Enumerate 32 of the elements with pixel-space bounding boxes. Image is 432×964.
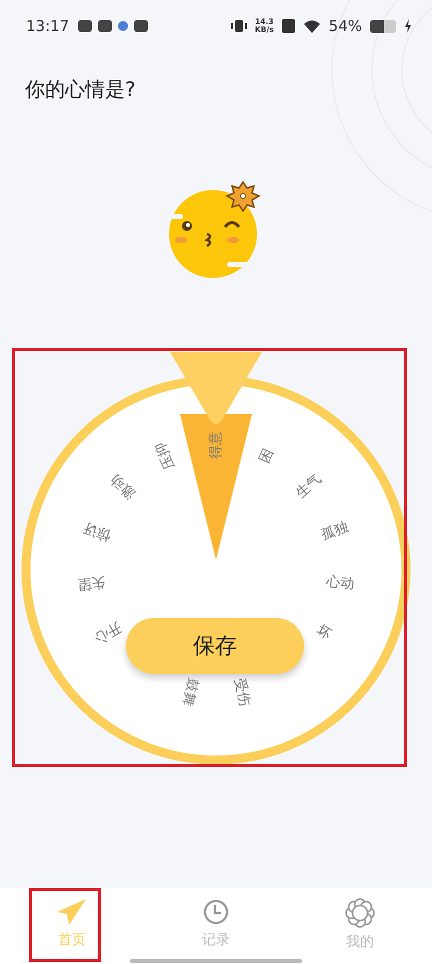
paper-plane-icon [56,898,88,926]
vibrate-icon [230,19,247,33]
mood-label[interactable]: 生气 [293,471,325,502]
app-icon [97,19,114,33]
mood-label[interactable]: 惊讶 [81,519,113,544]
mood-label[interactable]: 鼓舞 [179,676,201,708]
mood-label[interactable]: 压抑 [152,440,178,472]
mood-label[interactable]: 激动 [107,471,139,502]
mood-label[interactable]: 受伤 [231,676,253,708]
tab-label: 记录 [202,931,230,950]
battery-icon [370,20,396,32]
mood-label[interactable]: 心动 [326,574,356,592]
mood-label[interactable]: 失望 [76,574,106,592]
save-button[interactable]: 保存 [126,618,304,674]
sim-icon [282,19,295,33]
app-icon [133,19,150,33]
app-icon [77,19,94,33]
tab-label: 我的 [346,933,374,952]
battery-percent: 54% [328,16,362,37]
page-title: 你的心情是? [25,76,137,103]
mood-label[interactable]: 开心 [92,618,124,646]
charging-icon [404,19,412,33]
mood-label[interactable]: 困 [256,446,277,466]
flower-icon [345,898,375,928]
tab-label: 首页 [58,931,86,950]
app-icon [117,19,130,33]
wifi-icon [302,19,321,33]
mood-label[interactable]: 得意 [208,431,224,459]
mood-label[interactable]: 坏 [314,622,334,643]
status-time: 13:17 [26,16,70,37]
mood-label[interactable]: 孤独 [319,519,351,544]
clock-icon [202,898,230,926]
